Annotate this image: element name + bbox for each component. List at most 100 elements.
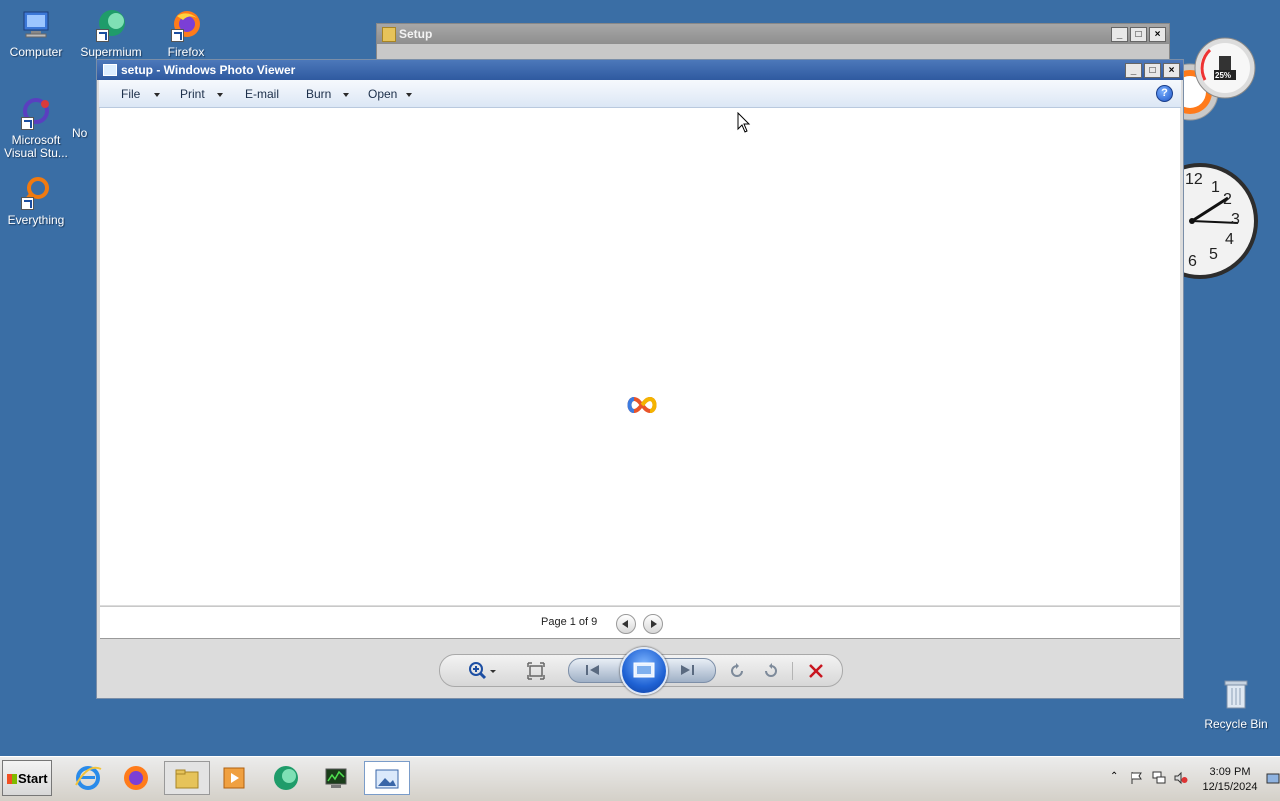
burn-menu[interactable]: Burn [306, 87, 331, 101]
firefox-icon [124, 766, 148, 790]
file-menu[interactable]: File [121, 87, 140, 101]
network-icon[interactable] [1152, 771, 1166, 785]
taskbar-clock[interactable]: 3:09 PM 12/15/2024 [1198, 765, 1262, 795]
previous-page-button[interactable] [616, 614, 636, 634]
media-player-icon [223, 767, 245, 789]
desktop-icon-label: Firefox [167, 45, 205, 59]
page-indicator: Page 1 of 9 [541, 616, 598, 628]
desktop-icon-label: No [72, 126, 88, 140]
supermium-icon [94, 8, 128, 42]
actual-size-icon[interactable] [526, 661, 546, 681]
cpu-percent-text: 25% [1215, 71, 1232, 80]
clock-number: 3 [1231, 211, 1240, 228]
computer-icon [19, 8, 53, 42]
help-icon[interactable]: ? [1156, 85, 1173, 102]
desktop-icon-supermium[interactable]: Supermium [75, 8, 147, 59]
rotate-counterclockwise-icon[interactable] [728, 661, 748, 681]
clock-number: 12 [1185, 171, 1203, 188]
desktop-icon-visual-studio[interactable]: Microsoft Visual Stu... [0, 96, 72, 160]
clock-number: 6 [1188, 253, 1197, 270]
taskbar-photo-viewer[interactable] [364, 761, 410, 795]
folder-icon [175, 769, 199, 789]
zoom-icon[interactable] [468, 661, 496, 681]
chevron-down-icon[interactable] [154, 93, 160, 97]
setup-titlebar[interactable]: Setup _ □ × [377, 24, 1169, 44]
visual-studio-icon [19, 96, 53, 130]
desktop-icon-label: Everything [7, 213, 65, 227]
window-title: setup - Windows Photo Viewer [121, 63, 296, 77]
desktop-icon-label: Supermium [80, 45, 142, 59]
chevron-down-icon[interactable] [406, 93, 412, 97]
photo-viewer-app-icon [103, 64, 117, 76]
taskbar: Start ⌃ 3:09 PM 12/15/2024 [0, 756, 1280, 801]
taskbar-firefox[interactable] [116, 761, 156, 795]
clock-number: 1 [1211, 179, 1220, 196]
slideshow-button[interactable] [620, 647, 668, 695]
monitor-graph-icon [325, 768, 347, 788]
open-menu[interactable]: Open [368, 87, 397, 101]
mouse-cursor-icon [737, 112, 751, 133]
system-tray: ⌃ 3:09 PM 12/15/2024 [1104, 757, 1280, 801]
desktop-icon-partial[interactable]: No [72, 127, 96, 140]
start-button[interactable]: Start [2, 760, 52, 796]
desktop-icon-recycle-bin[interactable]: Recycle Bin [1200, 678, 1272, 731]
shortcut-arrow-icon [21, 197, 34, 210]
photo-viewer-titlebar[interactable]: setup - Windows Photo Viewer _ □ × [97, 60, 1183, 80]
command-bar: File Print E-mail Burn Open ? [99, 80, 1181, 108]
controls-divider [792, 662, 793, 680]
taskbar-task-manager[interactable] [316, 761, 356, 795]
desktop-icon-firefox[interactable]: Firefox [150, 8, 222, 59]
page-navigation-bar: Page 1 of 9 [100, 606, 1180, 639]
clock-date: 12/15/2024 [1202, 781, 1258, 793]
email-button[interactable]: E-mail [245, 87, 279, 101]
photo-viewer-window[interactable]: setup - Windows Photo Viewer _ □ × File … [96, 59, 1184, 699]
setup-title: Setup [399, 27, 433, 41]
internet-explorer-icon [75, 766, 102, 790]
desktop-icon-label: Computer [9, 45, 63, 59]
shortcut-arrow-icon [21, 117, 34, 130]
recycle-bin-label: Recycle Bin [1204, 717, 1268, 731]
start-label: Start [18, 771, 48, 786]
show-hidden-icons-icon[interactable]: ⌃ [1110, 771, 1124, 785]
windows-logo-icon [7, 774, 17, 784]
taskbar-supermium[interactable] [266, 761, 306, 795]
rotate-clockwise-icon[interactable] [760, 661, 780, 681]
triangle-left-icon [622, 620, 628, 628]
folder-icon [382, 27, 396, 42]
taskbar-media-player[interactable] [214, 761, 254, 795]
firefox-icon [169, 8, 203, 42]
taskbar-file-explorer[interactable] [164, 761, 210, 795]
recycle-bin-icon [1224, 680, 1248, 709]
print-menu[interactable]: Print [180, 87, 205, 101]
taskbar-internet-explorer[interactable] [68, 761, 108, 795]
chevron-down-icon[interactable] [343, 93, 349, 97]
action-center-flag-icon[interactable] [1130, 771, 1144, 785]
delete-icon[interactable] [806, 661, 826, 681]
slideshow-icon [633, 662, 655, 678]
next-page-button[interactable] [643, 614, 663, 634]
clock-number: 4 [1225, 231, 1234, 248]
desktop-icon-computer[interactable]: Computer [0, 8, 72, 59]
everything-search-icon [19, 176, 53, 210]
minimize-button[interactable]: _ [1125, 63, 1142, 78]
shortcut-arrow-icon [96, 29, 109, 42]
chevron-down-icon[interactable] [217, 93, 223, 97]
infinity-logo-icon [625, 396, 659, 417]
supermium-icon [274, 766, 298, 790]
image-display-area[interactable] [100, 108, 1180, 605]
minimize-button[interactable]: _ [1111, 27, 1128, 42]
maximize-button[interactable]: □ [1130, 27, 1147, 42]
volume-muted-icon[interactable] [1174, 771, 1188, 785]
show-desktop-icon[interactable] [1266, 771, 1280, 785]
clock-number: 2 [1223, 191, 1232, 208]
photo-viewer-icon [375, 769, 399, 789]
close-button[interactable]: × [1163, 63, 1180, 78]
desktop-icon-label: Microsoft Visual Stu... [4, 133, 68, 160]
triangle-right-icon [651, 620, 657, 628]
maximize-button[interactable]: □ [1144, 63, 1161, 78]
desktop-icon-everything[interactable]: Everything [0, 176, 72, 227]
close-button[interactable]: × [1149, 27, 1166, 42]
next-image-icon[interactable] [677, 660, 697, 680]
shortcut-arrow-icon [171, 29, 184, 42]
previous-image-icon[interactable] [583, 660, 603, 680]
